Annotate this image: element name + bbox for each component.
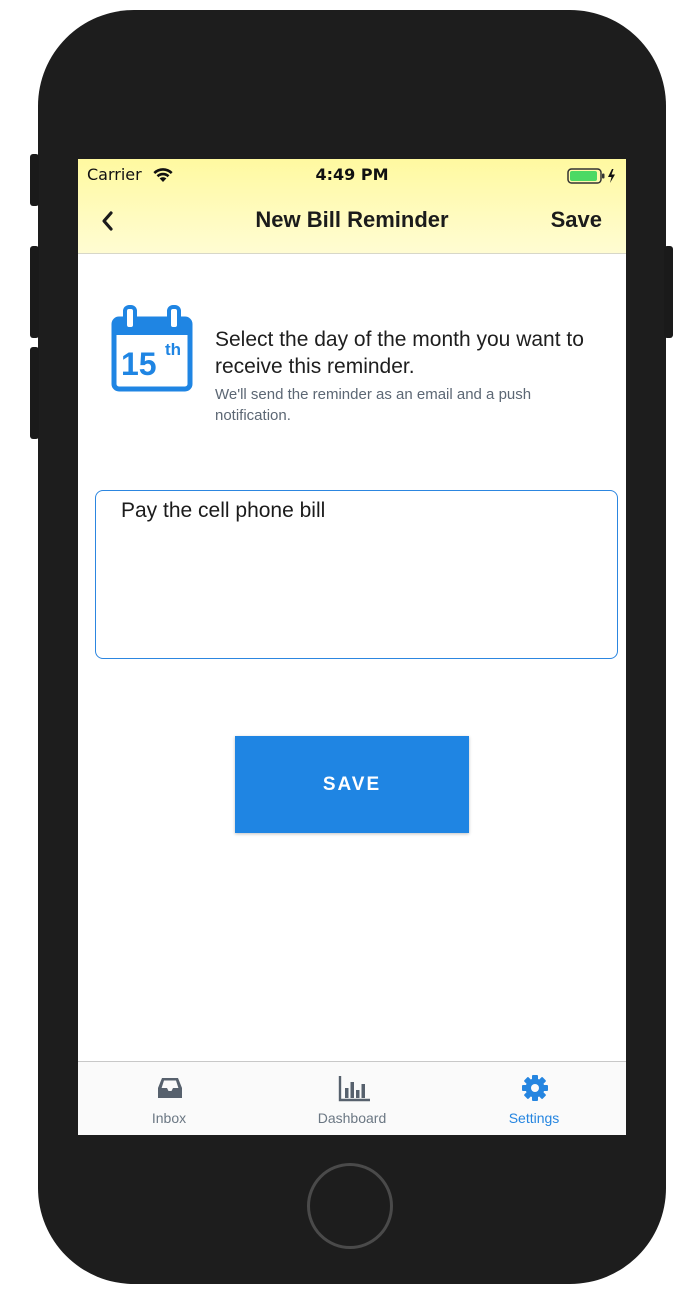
calendar-suffix: th: [165, 340, 181, 359]
inbox-icon: [158, 1078, 182, 1098]
power-button: [664, 246, 673, 338]
battery-icon: [567, 168, 615, 184]
gear-icon: [522, 1075, 548, 1101]
save-button[interactable]: SAVE: [235, 736, 469, 833]
tab-bar: Inbox Dashboard Settings: [78, 1061, 626, 1135]
nav-bar: New Bill Reminder Save: [78, 191, 626, 253]
tab-inbox[interactable]: Inbox: [78, 1062, 260, 1135]
info-heading: Select the day of the month you want to …: [215, 328, 584, 378]
bar-chart-icon: [338, 1076, 370, 1102]
header: Carrier 4:49 PM New Bill Reminder Save: [78, 159, 626, 254]
tab-label: Inbox: [151, 1110, 187, 1126]
volume-down-button: [30, 347, 39, 439]
calendar-day: 15: [121, 346, 157, 382]
app-screen: Carrier 4:49 PM New Bill Reminder Save 1…: [78, 159, 626, 1135]
home-button[interactable]: [307, 1163, 393, 1249]
status-time: 4:49 PM: [315, 165, 389, 184]
tab-settings[interactable]: Settings: [443, 1062, 625, 1135]
info-subtext: We'll send the reminder as an email and …: [215, 386, 532, 424]
status-bar: Carrier 4:49 PM: [78, 159, 626, 191]
mute-switch: [30, 154, 39, 206]
page-title: New Bill Reminder: [255, 207, 449, 232]
nav-save-button[interactable]: Save: [551, 207, 602, 233]
tab-dashboard[interactable]: Dashboard: [261, 1062, 443, 1135]
volume-up-button: [30, 246, 39, 338]
tab-label: Settings: [508, 1110, 560, 1126]
reminder-text-input[interactable]: Pay the cell phone bill: [95, 490, 618, 659]
tab-label: Dashboard: [317, 1110, 387, 1126]
calendar-icon: 15 th: [111, 305, 193, 392]
